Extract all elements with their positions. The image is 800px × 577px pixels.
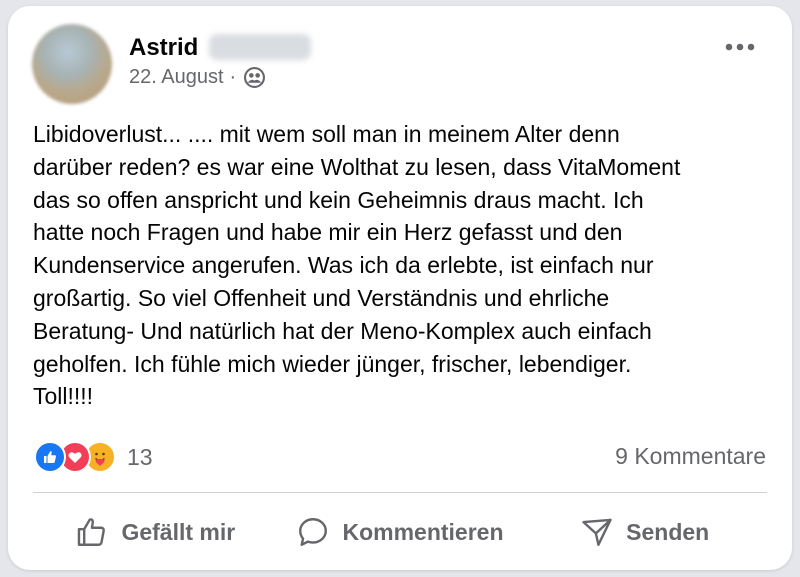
send-button-label: Senden [626, 518, 710, 545]
like-button-label: Gefällt mir [121, 518, 236, 545]
divider [33, 492, 767, 493]
comments-count-link[interactable]: 9 Kommentare [615, 443, 766, 470]
comment-icon [296, 515, 330, 549]
post-meta: 22. August · [129, 66, 266, 89]
post-card: Astrid 22. August · Libidoverlust... ...… [8, 6, 792, 570]
post-date[interactable]: 22. August [129, 66, 224, 89]
author-name[interactable]: Astrid [129, 34, 198, 62]
reaction-count: 13 [127, 443, 153, 470]
like-reaction-icon [34, 441, 66, 473]
comment-button[interactable]: Kommentieren [278, 506, 523, 558]
post-text: Libidoverlust... .... mit wem soll man i… [33, 121, 681, 410]
thumbs-up-icon [75, 515, 109, 549]
more-options-icon[interactable] [720, 34, 760, 60]
author-surname-blurred [209, 34, 311, 60]
friends-icon[interactable] [244, 67, 266, 88]
reactions-summary[interactable]: 13 [34, 440, 153, 474]
comment-button-label: Kommentieren [342, 518, 504, 545]
send-button[interactable]: Senden [522, 506, 767, 558]
action-bar: Gefällt mir Kommentieren Senden [33, 506, 767, 558]
send-icon [580, 515, 614, 549]
avatar[interactable] [32, 24, 112, 104]
like-button[interactable]: Gefällt mir [33, 506, 278, 558]
meta-separator: · [229, 66, 237, 88]
